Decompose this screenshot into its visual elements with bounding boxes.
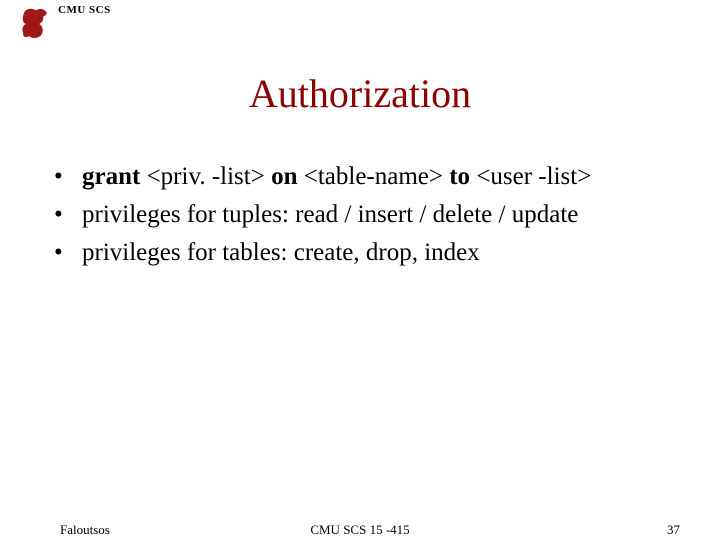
list-item: • grant <priv. -list> on <table-name> to… xyxy=(50,160,660,194)
list-item: • privileges for tables: create, drop, i… xyxy=(50,236,660,270)
bullet-text: privileges for tables: create, drop, ind… xyxy=(82,236,660,270)
footer-page-number: 37 xyxy=(667,522,680,538)
bullet-marker: • xyxy=(50,160,82,194)
list-item: • privileges for tuples: read / insert /… xyxy=(50,198,660,232)
bullet-list: • grant <priv. -list> on <table-name> to… xyxy=(50,160,660,273)
scotty-dog-icon xyxy=(20,6,52,42)
footer-course: CMU SCS 15 -415 xyxy=(0,522,720,538)
header-label: CMU SCS xyxy=(58,4,111,16)
slide-header: CMU SCS xyxy=(20,6,111,42)
bullet-text: grant <priv. -list> on <table-name> to <… xyxy=(82,160,660,194)
slide-title: Authorization xyxy=(0,70,720,117)
bullet-marker: • xyxy=(50,198,82,232)
bullet-marker: • xyxy=(50,236,82,270)
bullet-text: privileges for tuples: read / insert / d… xyxy=(82,198,660,232)
